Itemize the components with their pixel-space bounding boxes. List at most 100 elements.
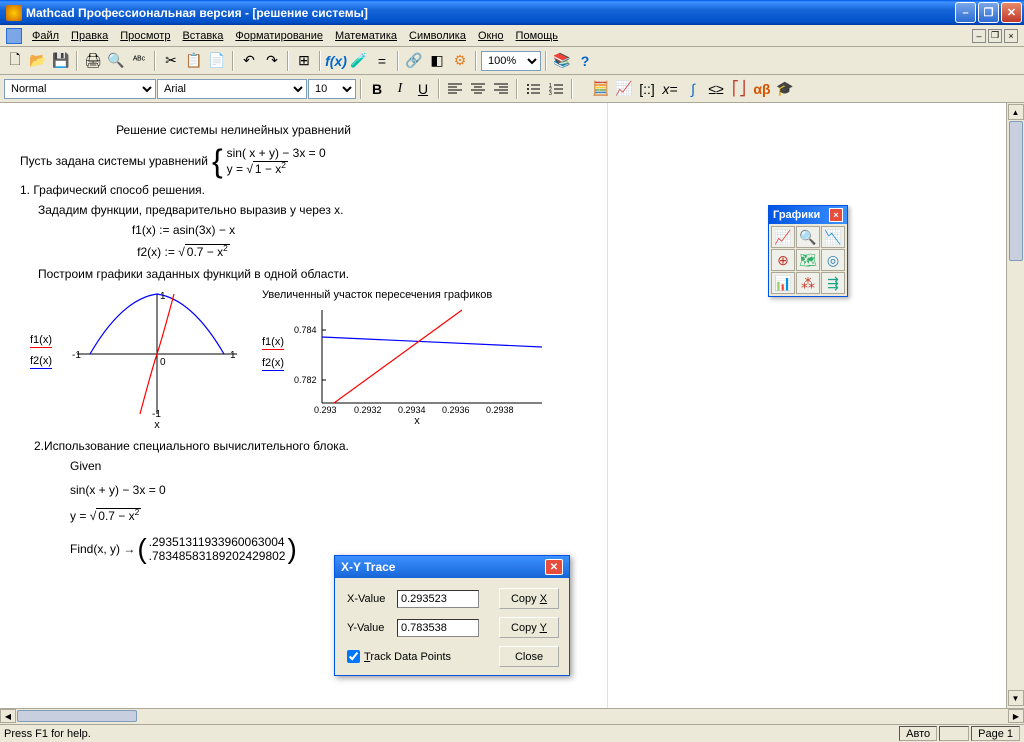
menu-format[interactable]: Форматирование [229,28,329,44]
function-icon[interactable]: f(x) [325,50,347,72]
document-area-right[interactable] [607,103,1006,708]
preview-icon[interactable]: 🔍 [105,50,127,72]
usage-eq2: y = √0.7 − x2 [70,507,587,523]
matrix-toolbar-icon[interactable]: [::] [636,78,658,100]
menu-view[interactable]: Просмотр [114,28,176,44]
open-icon[interactable]: 📂 [27,50,49,72]
dialog-titlebar[interactable]: X-Y Trace ✕ [335,556,569,578]
resource-center-icon[interactable]: 📚 [551,50,573,72]
y-value-input[interactable] [397,619,479,637]
size-select[interactable]: 10 [308,79,356,99]
numbering-icon[interactable]: 123 [545,78,567,100]
zoom-select[interactable]: 100% [481,51,541,71]
section1-title: 1. Графический способ решения. [20,183,587,197]
graph1-legend: f1(x) f2(x) [30,333,52,369]
component-icon[interactable]: ◧ [426,50,448,72]
graphics-palette[interactable]: Графики × 📈 🔍 📉 ⊕ 🗺 ◎ 📊 ⁂ ⇶ [768,205,848,297]
svg-text:0.782: 0.782 [294,375,317,385]
cut-icon[interactable]: ✂ [160,50,182,72]
graph1[interactable]: -1 1 1 -1 0 x [72,289,242,431]
underline-icon[interactable]: U [412,78,434,100]
track-checkbox[interactable] [347,650,360,663]
system-eq1: sin( x + y) − 3x = 0 [227,146,326,160]
trace-plot-icon[interactable]: 📉 [821,226,845,248]
section1-text: Зададим функции, предварительно выразив … [38,203,587,217]
mdi-close[interactable]: × [1004,29,1018,43]
menu-window[interactable]: Окно [472,28,510,44]
app-icon [6,5,22,21]
calculator-toolbar-icon[interactable]: 🧮 [590,78,612,100]
undo-icon[interactable]: ↶ [238,50,260,72]
window-title: Mathcad Профессиональная версия - [решен… [26,6,953,20]
bullets-icon[interactable] [522,78,544,100]
copy-x-button[interactable]: Copy X [499,588,559,609]
close-button[interactable]: ✕ [1001,2,1022,23]
units-icon[interactable]: 🧪 [348,50,370,72]
insert-hyperlink-icon[interactable]: 🔗 [403,50,425,72]
programming-toolbar-icon[interactable]: ⎡⎦ [728,78,750,100]
mdi-icon[interactable] [6,28,22,44]
save-icon[interactable]: 💾 [50,50,72,72]
scroll-thumb[interactable] [1009,121,1023,261]
close-button[interactable]: Close [499,646,559,667]
run-icon[interactable]: ⚙ [449,50,471,72]
graph2-legend: f1(x) f2(x) [262,335,284,371]
palette-titlebar[interactable]: Графики × [769,206,847,224]
paste-icon[interactable]: 📄 [206,50,228,72]
menu-math[interactable]: Математика [329,28,403,44]
align-regions-icon[interactable]: ⊞ [293,50,315,72]
symbolic-toolbar-icon[interactable]: 🎓 [774,78,796,100]
mdi-minimize[interactable]: – [972,29,986,43]
3d-bar-icon[interactable]: 📊 [771,272,795,294]
align-right-icon[interactable] [490,78,512,100]
menu-symbolics[interactable]: Символика [403,28,472,44]
align-left-icon[interactable] [444,78,466,100]
calculus-toolbar-icon[interactable]: ∫ [682,78,704,100]
contour-plot-icon[interactable]: ◎ [821,249,845,271]
horizontal-scrollbar[interactable]: ◀ ▶ [0,708,1024,724]
align-center-icon[interactable] [467,78,489,100]
spellcheck-icon[interactable]: ᴬᴮᶜ [128,50,150,72]
menu-file[interactable]: Файл [26,28,65,44]
scroll-right-icon[interactable]: ▶ [1008,709,1024,723]
calculate-icon[interactable]: = [371,50,393,72]
scroll-left-icon[interactable]: ◀ [0,709,16,723]
copy-y-button[interactable]: Copy Y [499,617,559,638]
greek-toolbar-icon[interactable]: αβ [751,78,773,100]
evaluation-toolbar-icon[interactable]: x= [659,78,681,100]
menu-edit[interactable]: Правка [65,28,114,44]
new-icon[interactable]: 🗋 [4,50,26,72]
vertical-scrollbar[interactable]: ▲ ▼ [1006,103,1024,708]
vector-field-icon[interactable]: ⇶ [821,272,845,294]
svg-text:3: 3 [549,91,552,95]
menu-insert[interactable]: Вставка [176,28,229,44]
palette-close-icon[interactable]: × [829,208,843,222]
italic-icon[interactable]: I [389,78,411,100]
mdi-restore[interactable]: ❐ [988,29,1002,43]
scroll-up-icon[interactable]: ▲ [1008,104,1024,120]
xy-trace-dialog[interactable]: X-Y Trace ✕ X-Value Copy X Y-Value Copy … [334,555,570,676]
zoom-plot-icon[interactable]: 🔍 [796,226,820,248]
polar-plot-icon[interactable]: ⊕ [771,249,795,271]
scatter-3d-icon[interactable]: ⁂ [796,272,820,294]
print-icon[interactable]: 🖨 [82,50,104,72]
scroll-down-icon[interactable]: ▼ [1008,690,1024,706]
minimize-button[interactable]: – [955,2,976,23]
hscroll-thumb[interactable] [17,710,137,722]
bold-icon[interactable]: B [366,78,388,100]
copy-icon[interactable]: 📋 [183,50,205,72]
font-select[interactable]: Arial [157,79,307,99]
xy-plot-icon[interactable]: 📈 [771,226,795,248]
x-value-input[interactable] [397,590,479,608]
f1-definition: f1(x) := asin(3x) − x [20,223,347,237]
boolean-toolbar-icon[interactable]: ≤≥ [705,78,727,100]
surface-plot-icon[interactable]: 🗺 [796,249,820,271]
graph-toolbar-icon[interactable]: 📈 [613,78,635,100]
redo-icon[interactable]: ↷ [261,50,283,72]
maximize-button[interactable]: ❐ [978,2,999,23]
graph2[interactable]: 0.784 0.782 0.293 0.2932 0.2934 0.2936 0… [292,305,542,427]
help-icon[interactable]: ? [574,50,596,72]
menu-help[interactable]: Помощь [510,28,565,44]
style-select[interactable]: Normal [4,79,156,99]
dialog-close-icon[interactable]: ✕ [545,559,563,575]
